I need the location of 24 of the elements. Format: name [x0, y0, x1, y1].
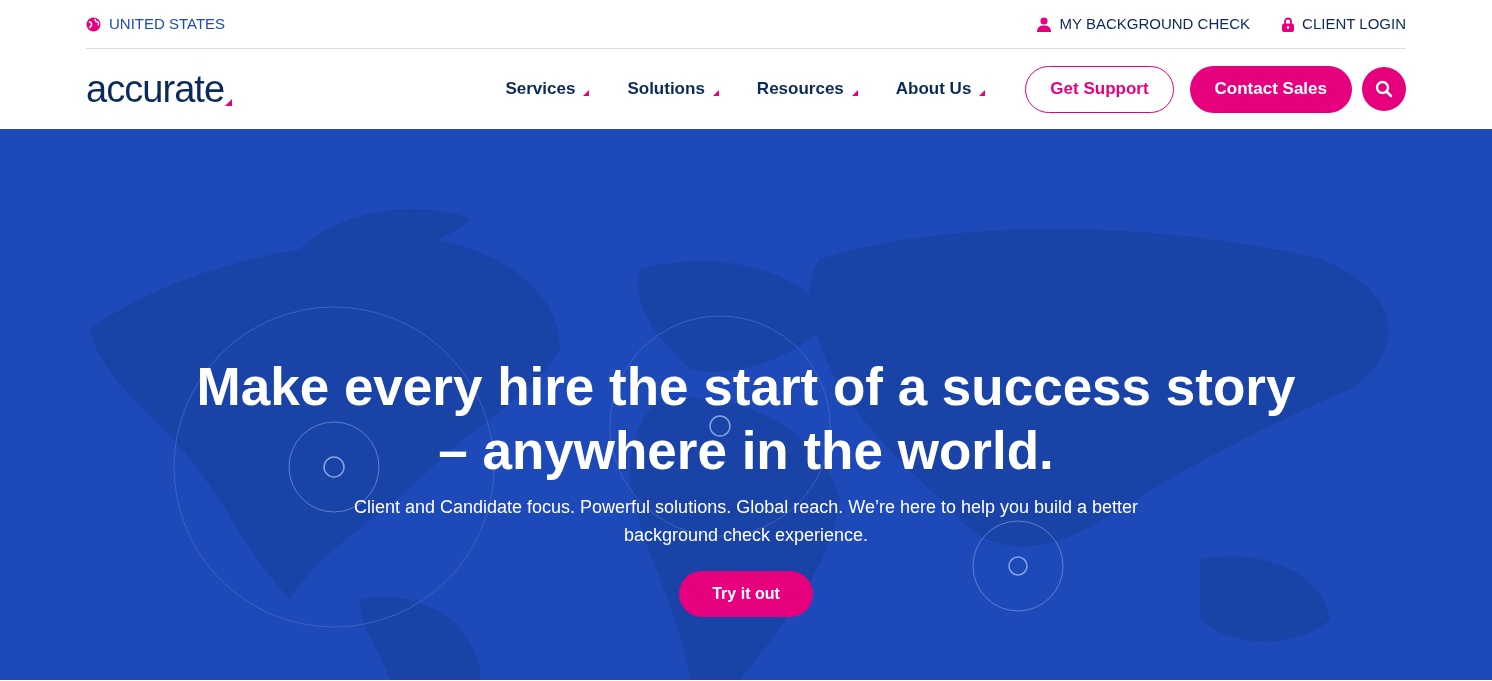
lock-icon — [1282, 16, 1295, 32]
search-icon — [1375, 80, 1393, 98]
nav-link[interactable]: Resources — [756, 76, 844, 102]
nav-link[interactable]: Solutions — [627, 76, 705, 102]
caret-icon — [712, 90, 719, 96]
nav-link[interactable]: Services — [505, 76, 576, 102]
logo-mark-icon — [225, 99, 233, 106]
sales-button[interactable]: Contact Sales — [1189, 65, 1352, 113]
nav-link[interactable]: About Us — [895, 76, 972, 102]
hero-headline: Make every hire the start of a success story — [196, 356, 1296, 418]
hero-headline: – anywhere in the world. — [438, 420, 1054, 482]
search-button[interactable] — [1362, 67, 1406, 111]
top-link[interactable]: CLIENT LOGIN — [1302, 12, 1406, 36]
caret-icon — [851, 90, 858, 96]
caret-icon — [583, 90, 590, 96]
top-link[interactable]: MY BACKGROUND CHECK — [1059, 12, 1251, 36]
globe-icon — [86, 16, 101, 32]
support-button[interactable]: Get Support — [1025, 65, 1174, 113]
try-it-out-button[interactable]: Try it out — [679, 571, 813, 617]
hero-subtitle: Client and Candidate focus. Powerful solutions. Global reach. We’re here to help you build a better background check experience. — [352, 496, 1140, 547]
person-icon — [1037, 16, 1052, 32]
caret-icon — [979, 90, 986, 96]
region-link[interactable]: UNITED STATES — [109, 12, 226, 36]
logo[interactable]: accurate — [86, 70, 225, 108]
